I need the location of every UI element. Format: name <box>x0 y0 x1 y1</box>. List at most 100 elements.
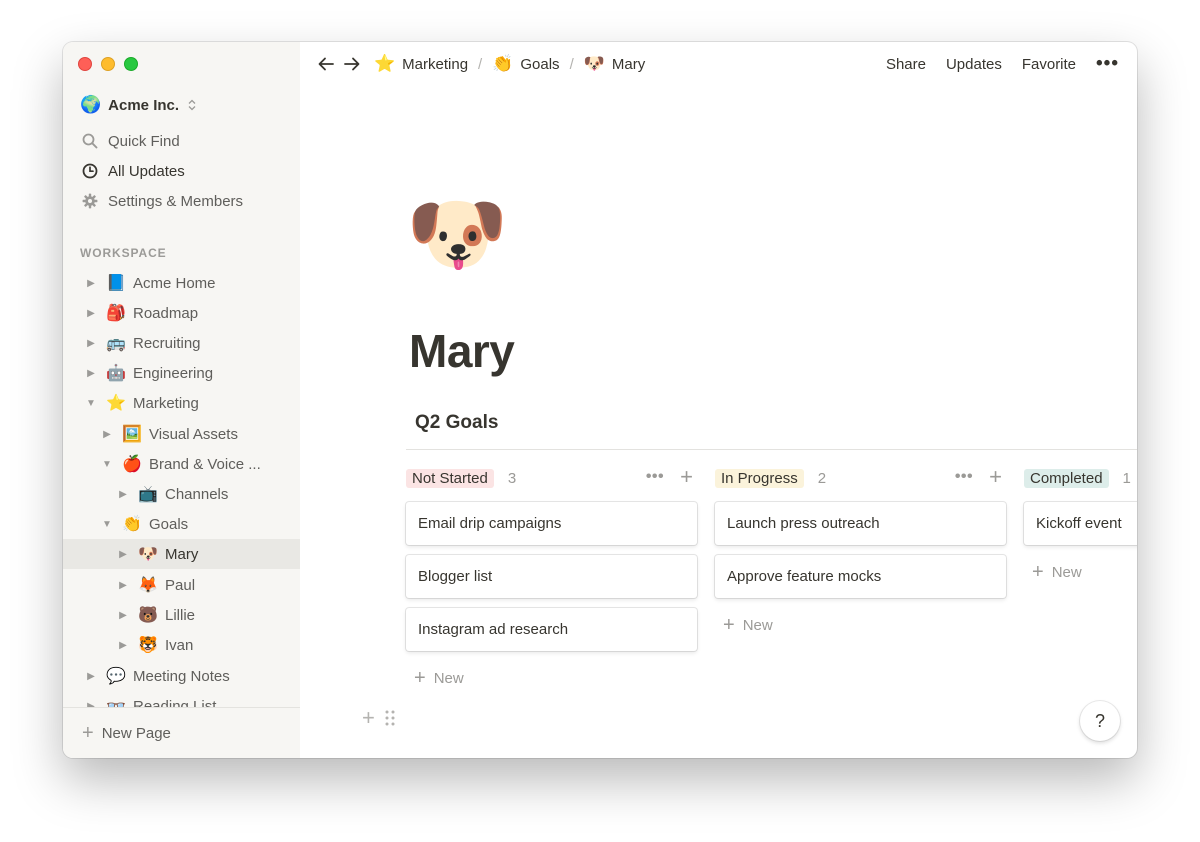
minimize-window-button[interactable] <box>101 57 115 71</box>
page-emoji-icon: 🐯 <box>138 637 158 654</box>
add-card-icon[interactable]: + <box>989 466 1002 488</box>
expand-toggle-icon[interactable]: ▶ <box>117 489 129 500</box>
breadcrumb-goals[interactable]: 👏 Goals <box>492 54 559 74</box>
more-options-icon[interactable]: ••• <box>1096 53 1119 75</box>
board-card[interactable]: Approve feature mocks <box>715 555 1006 598</box>
globe-icon: 🌍 <box>80 95 102 114</box>
page-label: Brand & Voice ... <box>149 455 261 473</box>
help-button[interactable]: ? <box>1080 701 1120 741</box>
page-label: Lillie <box>165 606 196 624</box>
app-window: 🌍 Acme Inc. Quick Find All Updates Setti… <box>63 42 1137 758</box>
expand-toggle-icon[interactable]: ▶ <box>117 549 129 560</box>
board-column-completed: Completed 1 Kickoff event + New <box>1024 467 1137 583</box>
breadcrumb-label: Mary <box>611 55 646 73</box>
sidebar-page-roadmap[interactable]: ▶ 🎒 Roadmap <box>63 298 300 328</box>
expand-toggle-icon[interactable]: ▶ <box>117 610 129 621</box>
board-card[interactable]: Blogger list <box>406 555 697 598</box>
page-emoji-icon: 🎒 <box>106 305 126 322</box>
new-card-button[interactable]: + New <box>715 613 773 637</box>
sidebar-page-paul[interactable]: ▶ 🦊 Paul <box>63 570 300 600</box>
new-card-button[interactable]: + New <box>1024 560 1082 584</box>
new-page-button[interactable]: + New Page <box>63 707 300 758</box>
expand-toggle-icon[interactable]: ▶ <box>117 580 129 591</box>
expand-toggle-icon[interactable]: ▶ <box>85 338 97 349</box>
collapse-toggle-icon[interactable]: ▼ <box>85 398 97 409</box>
page-label: Goals <box>149 515 189 533</box>
collapse-toggle-icon[interactable]: ▼ <box>101 459 113 470</box>
sidebar-page-recruiting[interactable]: ▶ 🚌 Recruiting <box>63 328 300 358</box>
page-emoji-icon: 🐻 <box>138 607 158 624</box>
page-emoji-icon: 💬 <box>106 668 126 685</box>
sidebar-page-visual-assets[interactable]: ▶ 🖼️ Visual Assets <box>63 419 300 449</box>
star-icon: ⭐ <box>374 54 396 73</box>
close-window-button[interactable] <box>78 57 92 71</box>
share-button[interactable]: Share <box>886 56 926 73</box>
sidebar-page-acme-home[interactable]: ▶ 📘 Acme Home <box>63 268 300 298</box>
back-arrow-icon[interactable] <box>316 54 336 74</box>
board-card[interactable]: Email drip campaigns <box>406 502 697 545</box>
page-label: Marketing <box>133 394 199 412</box>
expand-toggle-icon[interactable]: ▶ <box>117 640 129 651</box>
sidebar-page-goals[interactable]: ▼ 👏 Goals <box>63 509 300 539</box>
card-title: Kickoff event <box>1036 515 1122 532</box>
page-emoji-icon: 🖼️ <box>122 426 142 443</box>
nav-settings-members[interactable]: Settings & Members <box>63 187 300 215</box>
sidebar-page-brand-voice[interactable]: ▼ 🍎 Brand & Voice ... <box>63 449 300 479</box>
status-tag[interactable]: Not Started <box>406 468 494 488</box>
block-handle: + <box>362 705 395 731</box>
board-column-in-progress: In Progress 2 ••• + Launch press outreac… <box>715 466 1008 636</box>
updates-button[interactable]: Updates <box>946 56 1002 73</box>
sidebar-page-mary[interactable]: ▶ 🐶 Mary <box>63 539 300 569</box>
sidebar-page-ivan[interactable]: ▶ 🐯 Ivan <box>63 630 300 660</box>
window-controls <box>78 57 138 71</box>
plus-icon: + <box>82 721 94 744</box>
new-card-label: New <box>433 669 464 687</box>
expand-toggle-icon[interactable]: ▶ <box>85 671 97 682</box>
add-card-icon[interactable]: + <box>680 466 693 488</box>
forward-arrow-icon[interactable] <box>342 54 362 74</box>
card-title: Approve feature mocks <box>727 568 882 585</box>
page-icon-dog[interactable]: 🐶 <box>406 194 508 276</box>
nav-all-updates[interactable]: All Updates <box>63 157 300 185</box>
add-block-icon[interactable]: + <box>362 705 375 731</box>
page-emoji-icon: 🍎 <box>122 456 142 473</box>
sidebar-page-marketing[interactable]: ▼ ⭐ Marketing <box>63 388 300 418</box>
nav-quick-find[interactable]: Quick Find <box>63 127 300 155</box>
board-title[interactable]: Q2 Goals <box>415 412 498 434</box>
board-card[interactable]: Launch press outreach <box>715 502 1006 545</box>
expand-toggle-icon[interactable]: ▶ <box>101 429 113 440</box>
new-card-button[interactable]: + New <box>406 666 464 690</box>
board-card[interactable]: Instagram ad research <box>406 608 697 651</box>
drag-handle-icon[interactable] <box>385 710 395 726</box>
collapse-toggle-icon[interactable]: ▼ <box>101 519 113 530</box>
sidebar-page-engineering[interactable]: ▶ 🤖 Engineering <box>63 358 300 388</box>
page-emoji-icon: 🤖 <box>106 365 126 382</box>
sidebar-page-lillie[interactable]: ▶ 🐻 Lillie <box>63 600 300 630</box>
maximize-window-button[interactable] <box>124 57 138 71</box>
top-bar: ⭐ Marketing / 👏 Goals / 🐶 Mary Share Upd… <box>300 42 1137 87</box>
page-emoji-icon: 🚌 <box>106 335 126 352</box>
favorite-button[interactable]: Favorite <box>1022 56 1076 73</box>
page-label: Engineering <box>133 364 214 382</box>
expand-toggle-icon[interactable]: ▶ <box>85 368 97 379</box>
page-title[interactable]: Mary <box>409 324 515 378</box>
chevron-updown-icon <box>188 99 196 111</box>
expand-toggle-icon[interactable]: ▶ <box>85 308 97 319</box>
breadcrumb-mary[interactable]: 🐶 Mary <box>584 54 646 74</box>
page-emoji-icon: 📺 <box>138 486 158 503</box>
plus-icon: + <box>723 613 735 636</box>
clapping-hands-icon: 👏 <box>492 54 514 73</box>
board-card[interactable]: Kickoff event <box>1024 502 1137 545</box>
search-icon <box>80 133 100 149</box>
expand-toggle-icon[interactable]: ▶ <box>85 278 97 289</box>
page-label: Acme Home <box>133 274 216 292</box>
status-tag[interactable]: Completed <box>1024 468 1109 488</box>
breadcrumb-marketing[interactable]: ⭐ Marketing <box>374 54 468 74</box>
column-more-icon[interactable]: ••• <box>646 468 664 486</box>
page-label: Ivan <box>165 636 194 654</box>
column-more-icon[interactable]: ••• <box>955 468 973 486</box>
status-tag[interactable]: In Progress <box>715 468 804 488</box>
workspace-switcher[interactable]: 🌍 Acme Inc. <box>80 93 196 117</box>
sidebar-page-channels[interactable]: ▶ 📺 Channels <box>63 479 300 509</box>
sidebar-page-meeting-notes[interactable]: ▶ 💬 Meeting Notes <box>63 661 300 691</box>
